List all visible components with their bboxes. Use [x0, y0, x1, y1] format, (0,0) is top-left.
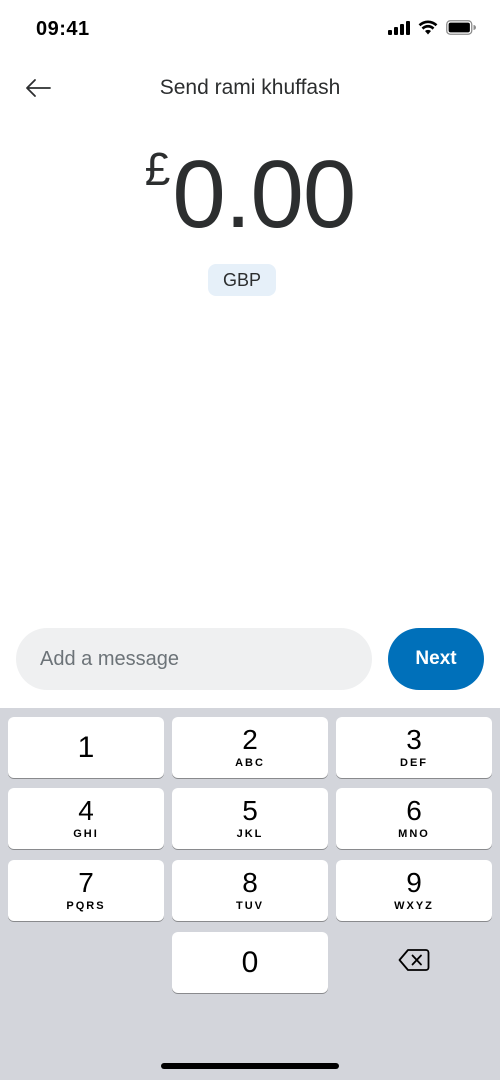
amount-display: £ 0.00	[0, 140, 500, 250]
cellular-signal-icon	[388, 20, 410, 40]
key-digit: 2	[242, 724, 258, 755]
key-letters: ABC	[235, 757, 265, 769]
key-digit: 6	[406, 795, 422, 826]
home-indicator	[161, 1063, 339, 1069]
numeric-keypad: 1 2 ABC 3 DEF 4 GHI 5 JKL 6 MNO 7 PQRS 8…	[0, 708, 500, 1080]
key-0[interactable]: 0	[172, 932, 328, 993]
key-digit: 5	[242, 795, 258, 826]
key-1[interactable]: 1	[8, 717, 164, 778]
amount-value[interactable]: 0.00	[172, 140, 356, 250]
key-digit: 1	[77, 730, 95, 764]
key-digit: 4	[78, 795, 94, 826]
backspace-icon	[398, 948, 430, 977]
key-letters: TUV	[236, 900, 264, 912]
key-digit: 8	[242, 867, 258, 898]
key-7[interactable]: 7 PQRS	[8, 860, 164, 921]
amount: £ 0.00	[144, 140, 356, 250]
key-3[interactable]: 3 DEF	[336, 717, 492, 778]
key-9[interactable]: 9 WXYZ	[336, 860, 492, 921]
page-title: Send rami khuffash	[159, 76, 341, 99]
header: Send rami khuffash	[0, 60, 500, 120]
key-5[interactable]: 5 JKL	[172, 788, 328, 849]
delete-key[interactable]	[336, 932, 492, 993]
key-6[interactable]: 6 MNO	[336, 788, 492, 849]
next-button[interactable]: Next	[388, 628, 484, 690]
key-letters: GHI	[73, 828, 99, 840]
key-2[interactable]: 2 ABC	[172, 717, 328, 778]
key-letters: DEF	[400, 757, 428, 769]
status-icons	[388, 20, 476, 40]
battery-icon	[446, 20, 476, 40]
key-digit: 9	[406, 867, 422, 898]
key-digit: 3	[406, 724, 422, 755]
key-digit: 0	[241, 945, 259, 979]
key-letters: WXYZ	[394, 900, 434, 912]
key-4[interactable]: 4 GHI	[8, 788, 164, 849]
wifi-icon	[418, 20, 438, 40]
key-letters: PQRS	[66, 900, 106, 912]
message-input[interactable]	[16, 628, 372, 690]
key-letters: MNO	[398, 828, 430, 840]
currency-selector[interactable]: GBP	[208, 264, 276, 296]
key-letters: JKL	[236, 828, 264, 840]
key-8[interactable]: 8 TUV	[172, 860, 328, 921]
key-digit: 7	[78, 867, 94, 898]
status-bar: 09:41	[0, 0, 500, 60]
status-time: 09:41	[36, 18, 90, 40]
currency-symbol: £	[144, 143, 171, 195]
